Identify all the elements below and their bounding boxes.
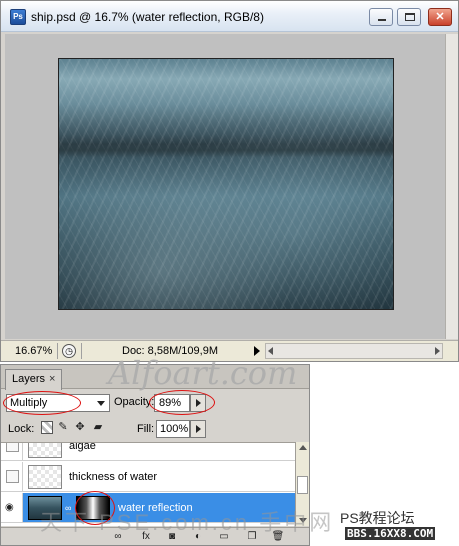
water-horizon bbox=[59, 143, 393, 157]
visibility-cell[interactable] bbox=[1, 443, 23, 460]
maximize-icon bbox=[405, 13, 415, 21]
water-caustics bbox=[59, 59, 393, 309]
fill-label: Fill: bbox=[137, 423, 155, 435]
empty-workspace bbox=[312, 364, 459, 509]
bbs-url-watermark: BBS.16XX8.COM bbox=[345, 527, 436, 540]
maximize-button[interactable] bbox=[397, 8, 421, 26]
layer-row-thickness-of-water[interactable]: thickness of water bbox=[1, 462, 295, 492]
scroll-right-icon[interactable] bbox=[435, 347, 440, 355]
close-button[interactable]: ✕ bbox=[428, 8, 452, 26]
photoshop-app-icon: Ps bbox=[10, 9, 26, 25]
layer-thumbnail bbox=[28, 443, 62, 458]
visibility-toggle[interactable] bbox=[6, 470, 19, 483]
chevron-down-icon bbox=[97, 401, 105, 406]
canvas-area[interactable] bbox=[5, 34, 445, 339]
lock-move-icon[interactable]: ✥ bbox=[74, 421, 86, 434]
underwater-image bbox=[58, 58, 394, 310]
lock-all-icon[interactable]: ▰ bbox=[92, 421, 104, 434]
status-divider bbox=[81, 343, 82, 359]
visibility-toggle[interactable] bbox=[6, 443, 19, 452]
fill-field[interactable]: 100% bbox=[156, 420, 190, 438]
layer-name: thickness of water bbox=[69, 471, 158, 483]
arrow-right-icon bbox=[196, 425, 201, 433]
tab-close-icon[interactable]: × bbox=[49, 373, 55, 385]
visibility-cell[interactable]: ◉ bbox=[1, 493, 23, 522]
annotation-ellipse-opacity bbox=[149, 390, 215, 415]
lock-transparency-icon[interactable] bbox=[41, 421, 53, 434]
document-title: ship.psd @ 16.7% (water reflection, RGB/… bbox=[31, 10, 264, 24]
lock-brush-icon[interactable]: ✎ bbox=[57, 421, 69, 434]
zoom-level[interactable]: 16.67% bbox=[15, 345, 52, 357]
layer-name: algae bbox=[69, 442, 96, 452]
document-window: Ps ship.psd @ 16.7% (water reflection, R… bbox=[0, 0, 459, 362]
eye-icon[interactable]: ◉ bbox=[5, 502, 14, 513]
close-icon: ✕ bbox=[435, 11, 445, 23]
tab-layers-label: Layers bbox=[12, 373, 46, 385]
tab-layers[interactable]: Layers × bbox=[5, 369, 62, 390]
vertical-scrollbar[interactable] bbox=[445, 34, 458, 339]
layer-thumbnail bbox=[28, 465, 62, 489]
scroll-thumb[interactable] bbox=[297, 476, 308, 494]
scroll-up-icon[interactable] bbox=[299, 445, 307, 450]
layer-row-algae[interactable]: algae bbox=[1, 442, 295, 461]
status-divider bbox=[57, 343, 58, 359]
lock-label: Lock: bbox=[8, 423, 35, 435]
site-watermark: 天下 PSE.com.cn 手中网 bbox=[40, 510, 335, 535]
minimize-button[interactable] bbox=[369, 8, 393, 26]
ps-forum-watermark: PS教程论坛 bbox=[340, 510, 415, 526]
alfoart-watermark: Alfoart.com bbox=[108, 354, 298, 392]
document-titlebar[interactable]: Ps ship.psd @ 16.7% (water reflection, R… bbox=[1, 1, 458, 32]
fill-slider-button[interactable] bbox=[190, 420, 206, 438]
minimize-icon bbox=[378, 19, 386, 21]
annotation-ellipse-blend bbox=[3, 391, 81, 415]
visibility-cell[interactable] bbox=[1, 462, 23, 491]
status-info-icon[interactable]: ◷ bbox=[62, 344, 76, 358]
